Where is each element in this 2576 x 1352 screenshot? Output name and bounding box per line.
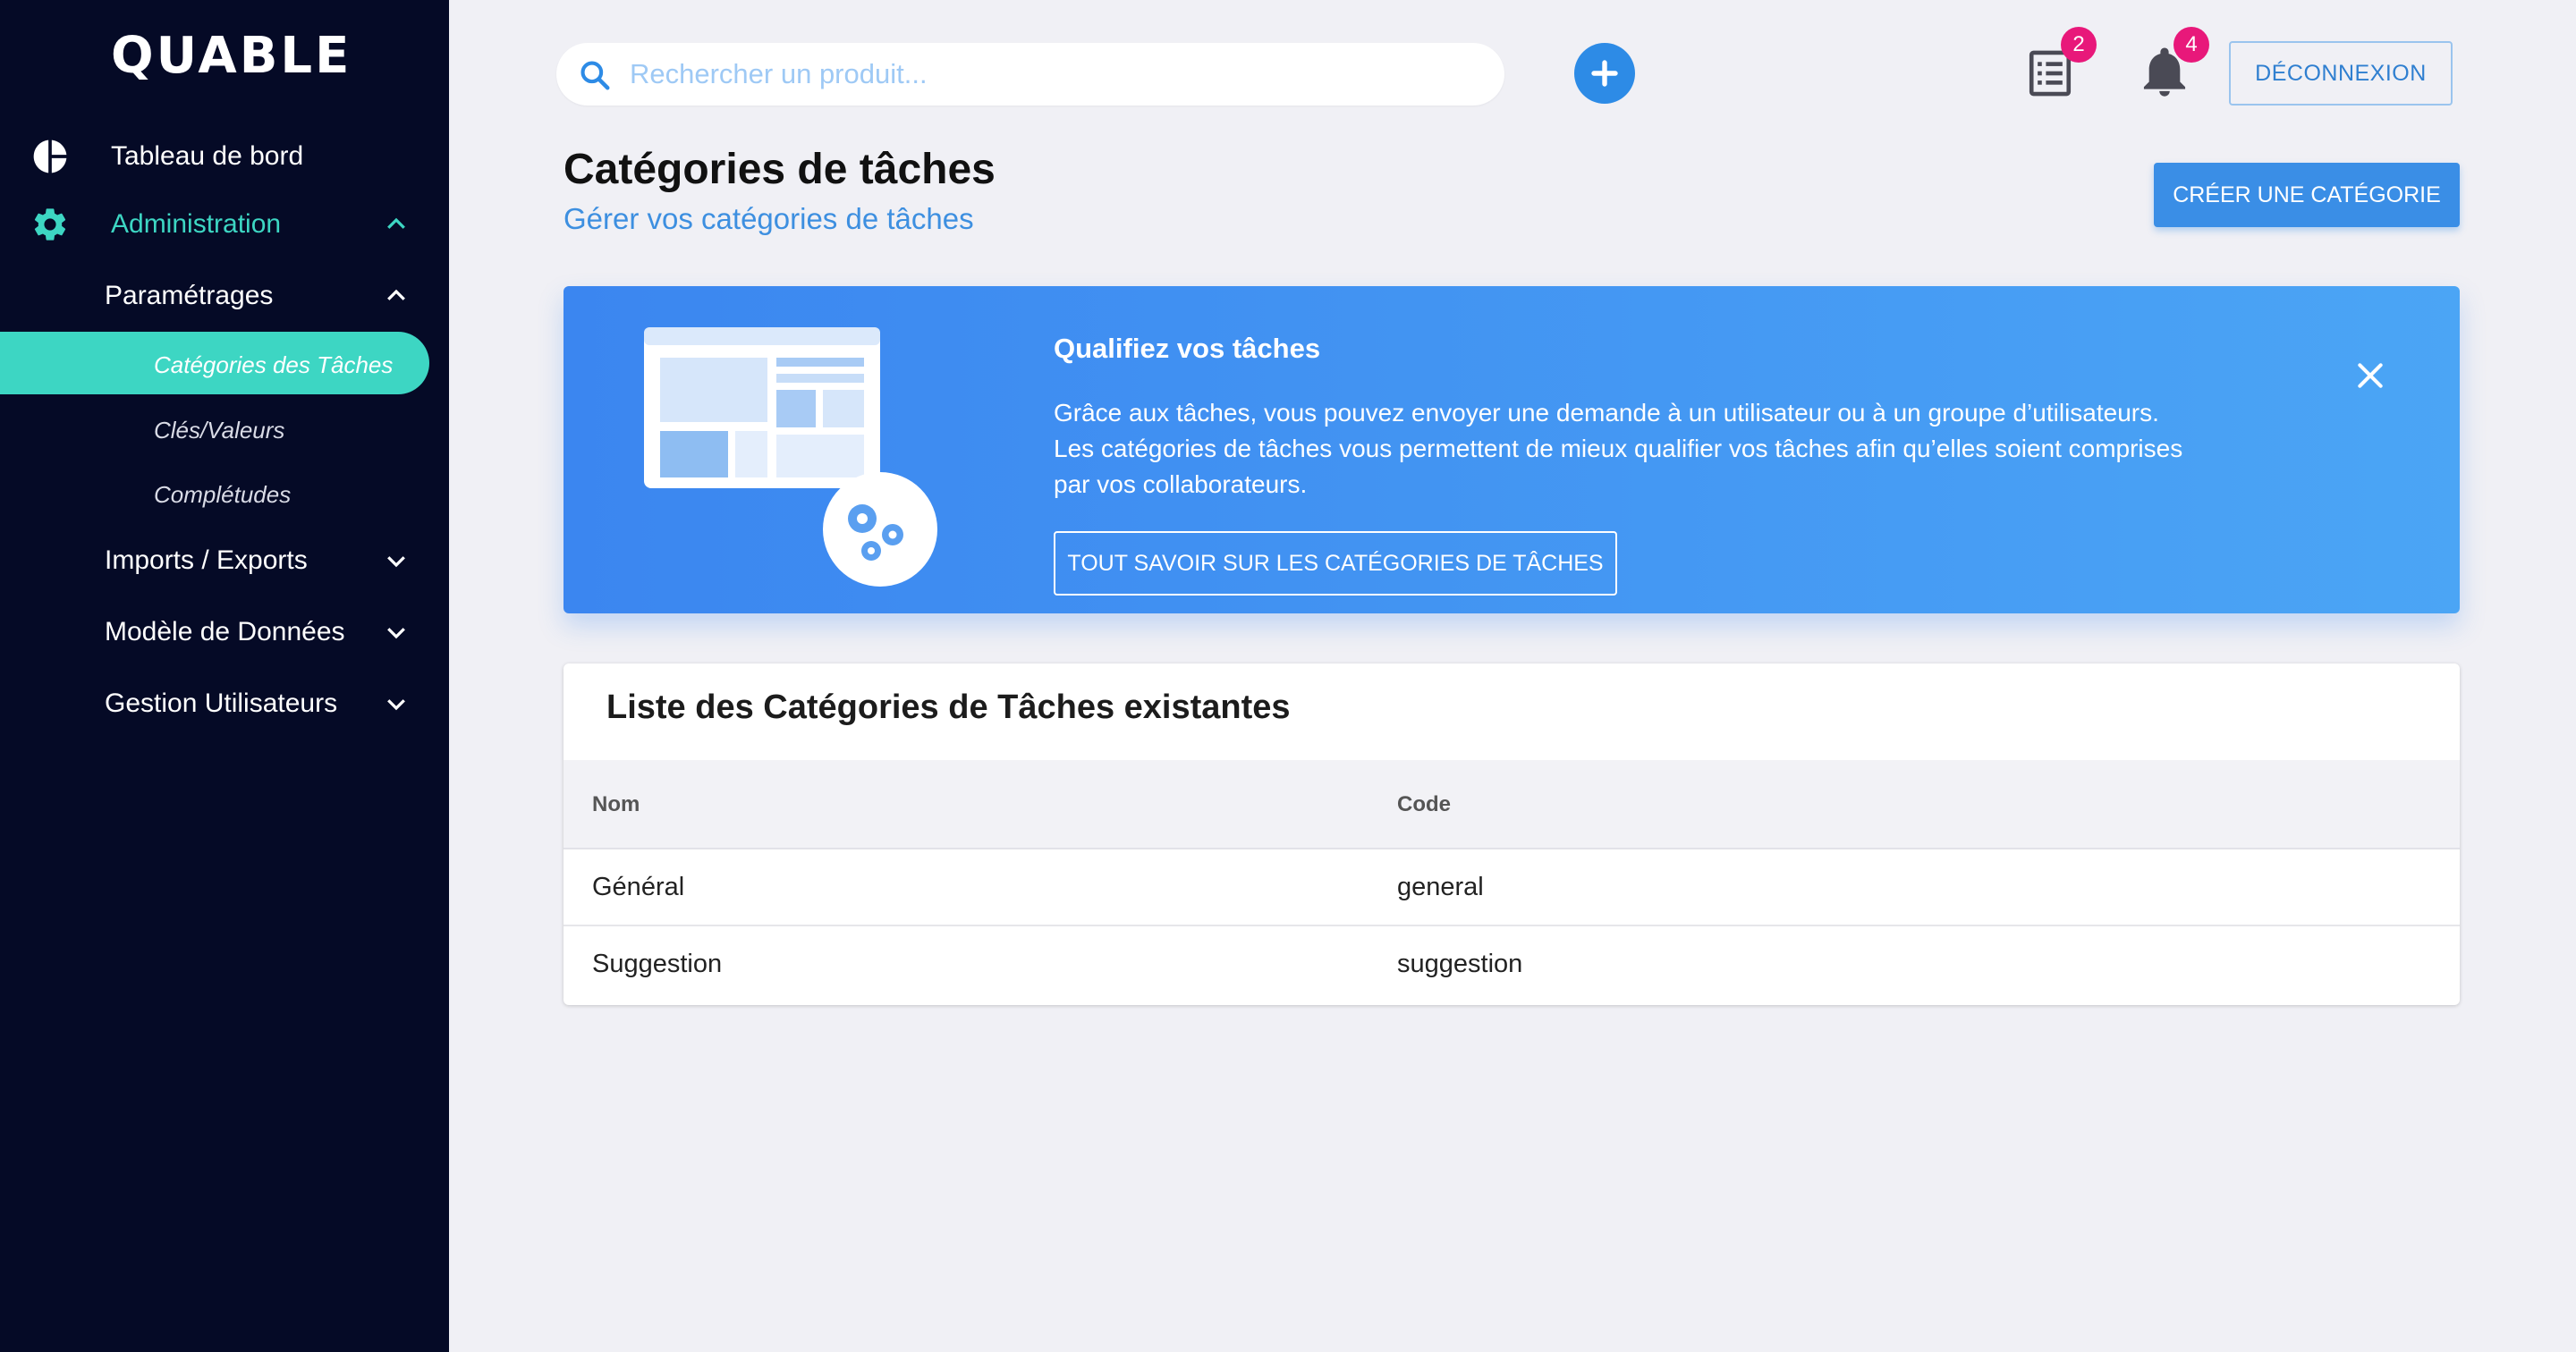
banner-text-line: par vos collaborateurs.	[1054, 470, 1308, 498]
close-icon[interactable]	[2352, 358, 2388, 393]
search-input[interactable]	[630, 58, 1435, 90]
sidebar-item-label: Gestion Utilisateurs	[105, 689, 338, 718]
search-icon	[580, 61, 610, 90]
sidebar-item-label: Imports / Exports	[105, 545, 308, 575]
chevron-down-icon	[387, 628, 405, 639]
pie-chart-icon	[33, 139, 67, 173]
search-bar	[556, 43, 1504, 106]
chevron-up-icon	[387, 217, 405, 229]
sidebar-item-gestion-utilisateurs[interactable]: Gestion Utilisateurs	[0, 681, 449, 726]
plus-icon	[1591, 60, 1618, 87]
sidebar-item-cles-valeurs[interactable]: Clés/Valeurs	[0, 411, 429, 451]
table-row[interactable]: Suggestion suggestion	[564, 926, 2460, 1003]
sidebar-item-parametrages[interactable]: Paramétrages	[0, 274, 449, 318]
table-row[interactable]: Général general	[564, 849, 2460, 926]
add-button[interactable]	[1574, 43, 1635, 104]
info-banner: Qualifiez vos tâches Grâce aux tâches, v…	[564, 286, 2460, 613]
learn-more-button[interactable]: TOUT SAVOIR SUR LES CATÉGORIES DE TÂCHES	[1054, 531, 1617, 596]
sidebar-item-label: Modèle de Données	[105, 617, 345, 646]
cell-code: suggestion	[1397, 950, 1523, 978]
banner-text: Grâce aux tâches, vous pouvez envoyer un…	[1054, 395, 2306, 503]
banner-text-line: Les catégories de tâches vous permettent…	[1054, 435, 2183, 462]
page-subtitle: Gérer vos catégories de tâches	[564, 202, 974, 235]
sidebar-item-administration[interactable]: Administration	[0, 202, 449, 247]
cell-nom: Suggestion	[592, 950, 723, 978]
table-header: Nom Code	[564, 760, 2460, 849]
chevron-down-icon	[387, 699, 405, 711]
sidebar-item-label: Clés/Valeurs	[154, 417, 285, 444]
tasks-badge: 2	[2061, 27, 2097, 63]
sidebar-item-label: Administration	[111, 209, 282, 239]
sidebar-item-categories-taches[interactable]: Catégories des Tâches	[0, 332, 429, 394]
column-header-code[interactable]: Code	[1397, 792, 1451, 817]
page-title: Catégories de tâches	[564, 146, 996, 193]
sidebar-item-completudes[interactable]: Complétudes	[0, 476, 429, 515]
notifications-badge: 4	[2174, 27, 2209, 63]
cell-code: general	[1397, 873, 1484, 901]
cell-nom: Général	[592, 873, 685, 901]
categories-table-card: Liste des Catégories de Tâches existante…	[564, 663, 2460, 1005]
logout-button[interactable]: DÉCONNEXION	[2229, 41, 2453, 106]
chevron-up-icon	[387, 289, 405, 300]
sidebar-item-label: Catégories des Tâches	[154, 351, 394, 378]
banner-title: Qualifiez vos tâches	[1054, 333, 1321, 364]
sidebar-item-dashboard[interactable]: Tableau de bord	[0, 134, 449, 179]
quable-logo[interactable]: QUABLE	[111, 25, 352, 88]
banner-text-line: Grâce aux tâches, vous pouvez envoyer un…	[1054, 399, 2159, 427]
sidebar-item-label: Complétudes	[154, 481, 292, 508]
create-category-button[interactable]: CRÉER UNE CATÉGORIE	[2154, 163, 2460, 227]
sidebar: QUABLE Tableau de bord Administration Pa…	[0, 0, 449, 1352]
sidebar-item-imports-exports[interactable]: Imports / Exports	[0, 538, 449, 583]
task-settings-illustration	[644, 327, 937, 587]
column-header-nom[interactable]: Nom	[592, 792, 640, 817]
sidebar-item-label: Paramétrages	[105, 281, 274, 310]
chevron-down-icon	[387, 556, 405, 568]
gear-icon	[34, 208, 66, 241]
sidebar-item-label: Tableau de bord	[111, 141, 304, 171]
sidebar-item-modele-donnees[interactable]: Modèle de Données	[0, 610, 449, 655]
table-title: Liste des Catégories de Tâches existante…	[606, 689, 1291, 726]
